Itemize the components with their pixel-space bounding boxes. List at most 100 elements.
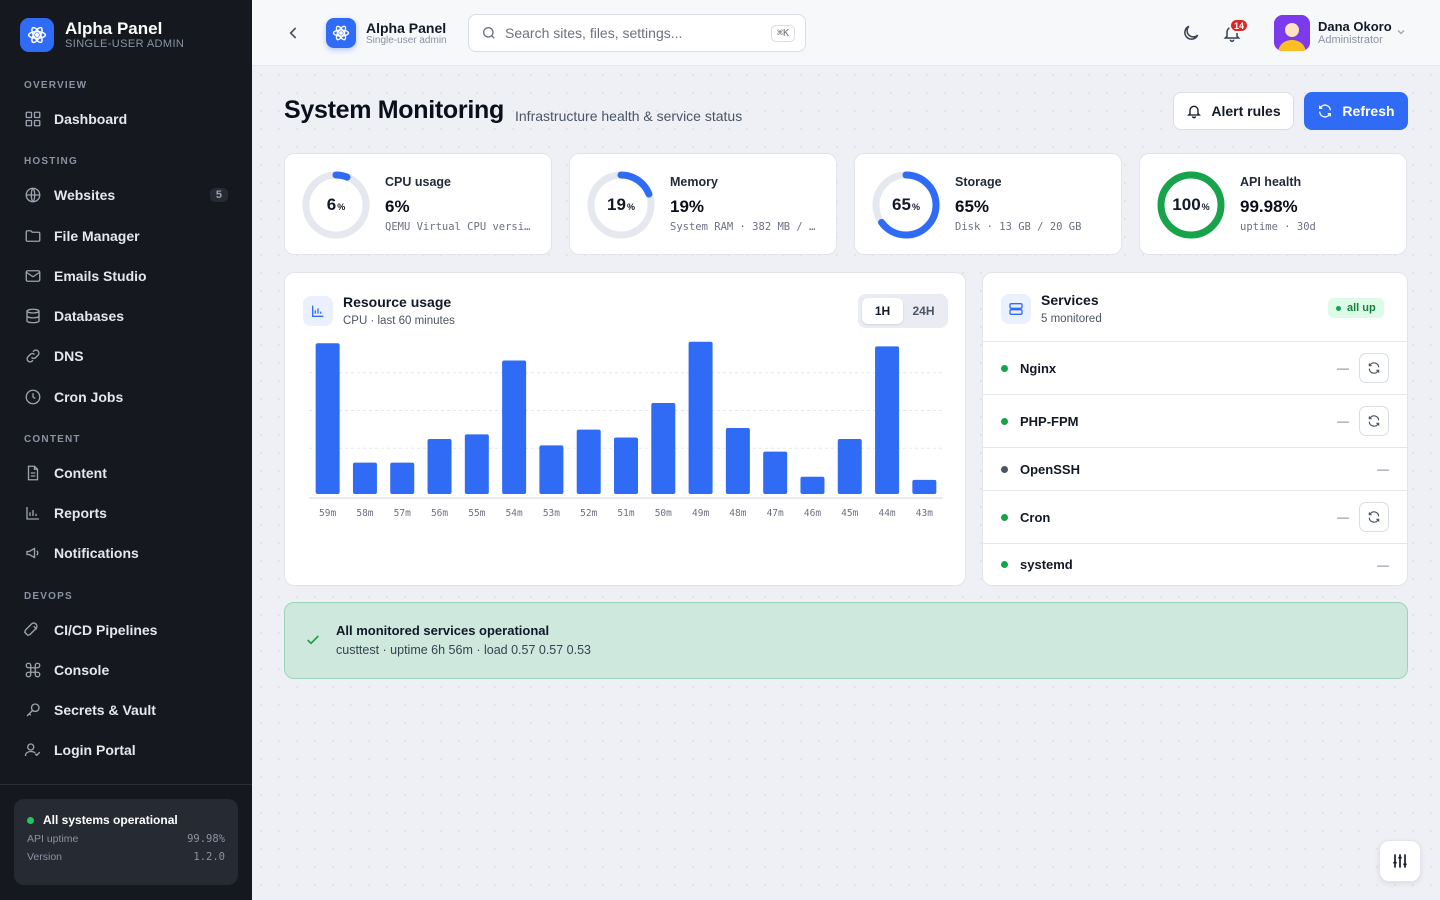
sidebar-item-label: Reports [54, 505, 107, 521]
x-tick-label: 59m [319, 508, 336, 519]
sidebar-item-dns[interactable]: DNS [24, 342, 228, 370]
sidebar-item-reports[interactable]: Reports [24, 499, 228, 527]
x-tick-label: 58m [356, 508, 373, 519]
user-name[interactable]: Dana Okoro [1318, 19, 1392, 34]
stat-card-storage: 65% Storage 65% Disk · 13 GB / 20 GB [854, 153, 1122, 255]
service-row-systemd: systemd — [983, 543, 1407, 585]
services-status-badge: all up [1328, 298, 1384, 318]
x-tick-label: 52m [580, 508, 597, 519]
user-check-icon [24, 743, 41, 757]
service-name: Cron [1020, 509, 1051, 525]
link-icon [26, 349, 40, 363]
sidebar-item-emails-studio[interactable]: Emails Studio [24, 262, 228, 290]
bar-48m [725, 428, 750, 494]
x-tick-label: 49m [692, 508, 709, 519]
brand[interactable]: Alpha Panel SINGLE-USER ADMIN [20, 18, 184, 52]
status-dot [27, 816, 34, 824]
restart-service-button[interactable] [1359, 502, 1389, 532]
sidebar-item-file-manager[interactable]: File Manager [24, 222, 228, 250]
x-tick-label: 44m [878, 508, 895, 519]
bell-icon [1187, 105, 1202, 119]
bar-46m [800, 476, 825, 494]
stat-detail: Disk · 13 GB / 20 GB [955, 221, 1082, 233]
sidebar-item-notifications[interactable]: Notifications [24, 539, 228, 567]
bar-51m [614, 437, 638, 494]
sidebar-item-databases[interactable]: Databases [24, 302, 228, 330]
range-24h-button[interactable]: 24H [903, 298, 944, 324]
sidebar-item-websites[interactable]: Websites 5 [24, 181, 228, 209]
alert-rules-button[interactable]: Alert rules [1173, 92, 1294, 130]
service-status-dot [1001, 364, 1008, 372]
sidebar-item-content[interactable]: Content [24, 459, 228, 487]
chevron-left-icon[interactable] [284, 23, 304, 43]
sidebar-item-label: Databases [54, 308, 125, 324]
bar-49m [688, 341, 713, 494]
service-status-dot [1001, 417, 1008, 425]
sidebar-item-ci-cd-pipelines[interactable]: CI/CD Pipelines [24, 616, 228, 644]
moon-icon[interactable] [1181, 23, 1201, 43]
x-tick-label: 47m [767, 508, 784, 519]
service-row-nginx: Nginx — [983, 341, 1407, 394]
bar-59m [315, 343, 340, 494]
api-uptime-value: 99.98% [187, 833, 225, 845]
sidebar-item-dashboard[interactable]: Dashboard [24, 105, 228, 133]
stat-detail: uptime · 30d [1240, 221, 1316, 233]
stat-detail: System RAM · 382 MB / 2 GB [670, 221, 820, 233]
nav-section-hosting: HOSTING [24, 156, 78, 167]
sidebar-divider [0, 784, 252, 785]
chart-icon [303, 296, 333, 326]
refresh-button[interactable]: Refresh [1304, 92, 1408, 130]
banner-title: All monitored services operational [336, 623, 550, 638]
sidebar-item-cron-jobs[interactable]: Cron Jobs [24, 383, 228, 411]
sidebar-item-login-portal[interactable]: Login Portal [24, 736, 228, 764]
atom-logo-icon [20, 18, 54, 52]
customize-button[interactable] [1379, 840, 1421, 882]
file-icon [27, 465, 39, 481]
services-title: Services [1041, 292, 1099, 308]
bar-chart-icon [26, 507, 39, 520]
restart-service-button[interactable] [1359, 353, 1389, 383]
sidebar: Alpha Panel SINGLE-USER ADMIN OVERVIEW D… [0, 0, 252, 900]
bar-47m [763, 451, 788, 494]
stat-value: 65% [955, 197, 990, 216]
app-subtitle: Single-user admin [366, 35, 447, 46]
search-input[interactable] [505, 25, 771, 41]
range-1h-button[interactable]: 1H [862, 298, 903, 324]
mail-icon [25, 270, 41, 282]
x-tick-label: 56m [431, 508, 448, 519]
service-value: — [1377, 557, 1389, 572]
chevron-down-icon[interactable] [1395, 26, 1407, 38]
stat-card-memory: 19% Memory 19% System RAM · 382 MB / 2 G… [569, 153, 837, 255]
ring-value: 19 [607, 195, 626, 214]
sidebar-item-label: Websites [54, 187, 116, 203]
refresh-icon [1368, 415, 1380, 427]
range-toggle: 1H 24H [858, 294, 948, 328]
bar-44m [875, 346, 900, 494]
resource-usage-card: 59m 58m 57m 56m 55m 54m 53m 52m 51m 50m 49m 48m 47m 4… [284, 272, 966, 586]
x-tick-label: 57m [394, 508, 411, 519]
service-value: — [1337, 414, 1349, 428]
avatar[interactable] [1274, 15, 1310, 51]
ring-value: 65 [892, 195, 911, 214]
megaphone-icon [26, 547, 39, 559]
sidebar-item-secrets-vault[interactable]: Secrets & Vault [24, 696, 228, 724]
sidebar-item-console[interactable]: Console [24, 656, 228, 684]
server-icon [1001, 294, 1031, 324]
system-status-card: All systems operational API uptime 99.98%… [14, 799, 238, 885]
restart-service-button[interactable] [1359, 406, 1389, 436]
sidebar-item-label: Login Portal [54, 742, 136, 758]
version-value: 1.2.0 [193, 851, 225, 863]
ring-value: 100 [1172, 195, 1201, 214]
stat-value: 6% [385, 197, 410, 216]
service-row-php-fpm: PHP-FPM — [983, 394, 1407, 447]
folder-icon [25, 230, 41, 242]
command-icon [25, 662, 41, 678]
sidebar-item-label: Content [54, 465, 107, 481]
websites-count-badge: 5 [209, 188, 228, 202]
sidebar-item-label: Console [54, 662, 110, 678]
service-name: OpenSSH [1020, 461, 1080, 477]
refresh-icon [1319, 104, 1332, 118]
service-name: PHP-FPM [1020, 413, 1079, 429]
status-card-title: All systems operational [43, 813, 178, 827]
resource-usage-subtitle: CPU · last 60 minutes [343, 315, 455, 327]
